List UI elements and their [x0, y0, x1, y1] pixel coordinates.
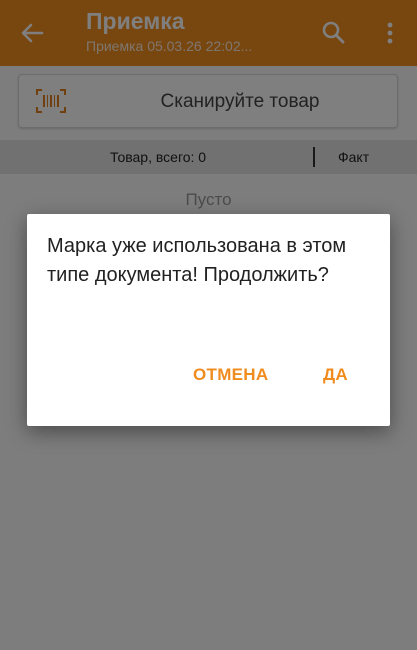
dialog-message: Марка уже использована в этом типе докум… [47, 235, 347, 286]
cancel-button[interactable]: ОТМЕНА [187, 360, 274, 390]
confirm-button[interactable]: ДА [317, 360, 354, 390]
confirm-dialog: Марка уже использована в этом типе докум… [27, 214, 390, 426]
